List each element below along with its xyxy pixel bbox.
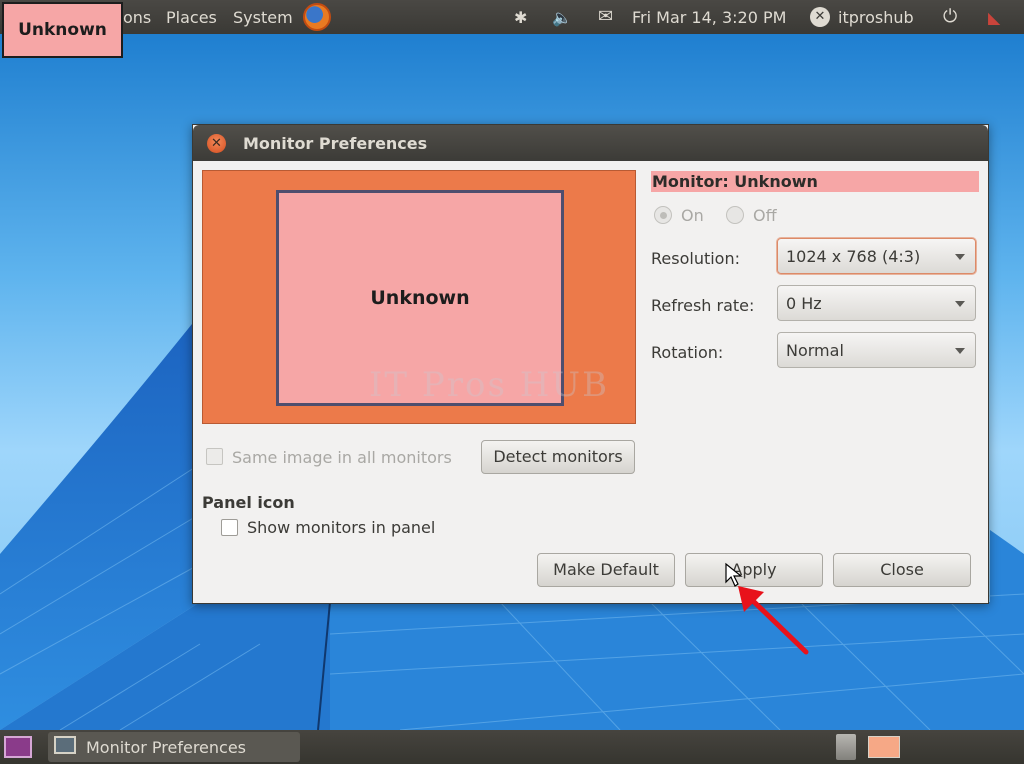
monitor-box-label: Unknown bbox=[370, 287, 470, 309]
resolution-label: Resolution: bbox=[651, 249, 740, 268]
user-name[interactable]: itproshub bbox=[838, 8, 914, 27]
mail-icon[interactable]: ✉ bbox=[598, 6, 613, 27]
volume-icon[interactable]: 🔈 bbox=[552, 8, 572, 27]
rotation-value: Normal bbox=[786, 341, 844, 360]
workspace-switcher[interactable] bbox=[868, 736, 900, 758]
refresh-rate-label: Refresh rate: bbox=[651, 296, 755, 315]
close-button[interactable]: Close bbox=[833, 553, 971, 587]
panel-icon-heading: Panel icon bbox=[202, 493, 295, 512]
network-icon[interactable]: ◣ bbox=[988, 8, 1000, 27]
refresh-rate-value: 0 Hz bbox=[786, 294, 822, 313]
bottom-panel: Monitor Preferences bbox=[0, 730, 1024, 764]
resolution-select[interactable]: 1024 x 768 (4:3) bbox=[777, 238, 976, 274]
close-window-icon[interactable]: ✕ bbox=[207, 134, 226, 153]
radio-off-label: Off bbox=[753, 206, 777, 225]
display-icon bbox=[54, 736, 76, 754]
make-default-button[interactable]: Make Default bbox=[537, 553, 675, 587]
dialog-title: Monitor Preferences bbox=[243, 134, 428, 153]
clock[interactable]: Fri Mar 14, 3:20 PM bbox=[632, 8, 786, 27]
bluetooth-icon[interactable]: ✱ bbox=[514, 8, 527, 27]
firefox-icon[interactable] bbox=[303, 3, 331, 31]
red-arrow-annotation-icon bbox=[738, 586, 809, 655]
power-icon[interactable]: ⏻ bbox=[943, 6, 957, 27]
user-status-icon[interactable]: ✕ bbox=[810, 7, 830, 27]
dialog-titlebar[interactable]: ✕ Monitor Preferences bbox=[193, 125, 988, 161]
applications-menu[interactable]: ons bbox=[123, 8, 151, 27]
trash-icon[interactable] bbox=[836, 734, 856, 760]
radio-on[interactable] bbox=[654, 206, 672, 224]
same-image-checkbox[interactable] bbox=[206, 448, 223, 465]
radio-off[interactable] bbox=[726, 206, 744, 224]
chevron-down-icon bbox=[955, 348, 965, 354]
chevron-down-icon bbox=[955, 301, 965, 307]
detect-monitors-button[interactable]: Detect monitors bbox=[481, 440, 635, 474]
show-monitors-checkbox[interactable] bbox=[221, 519, 238, 536]
watermark-text: IT Pros HUB bbox=[369, 365, 610, 405]
show-monitors-label: Show monitors in panel bbox=[247, 518, 436, 537]
places-menu[interactable]: Places bbox=[166, 8, 217, 27]
monitor-preferences-dialog: ✕ Monitor Preferences Unknown IT Pros HU… bbox=[192, 124, 989, 604]
top-panel: ons Places System ✱ 🔈 ✉ Fri Mar 14, 3:20… bbox=[0, 0, 1024, 34]
same-image-label: Same image in all monitors bbox=[232, 448, 452, 467]
rotation-label: Rotation: bbox=[651, 343, 724, 362]
radio-on-label: On bbox=[681, 206, 704, 225]
chevron-down-icon bbox=[955, 254, 965, 260]
show-desktop-icon[interactable] bbox=[4, 736, 32, 758]
refresh-rate-select[interactable]: 0 Hz bbox=[777, 285, 976, 321]
monitor-label-overlay: Unknown bbox=[2, 2, 123, 58]
taskbar-item-label: Monitor Preferences bbox=[86, 738, 247, 757]
resolution-value: 1024 x 768 (4:3) bbox=[786, 247, 921, 266]
monitor-heading: Monitor: Unknown bbox=[651, 171, 979, 192]
system-menu[interactable]: System bbox=[233, 8, 293, 27]
rotation-select[interactable]: Normal bbox=[777, 332, 976, 368]
